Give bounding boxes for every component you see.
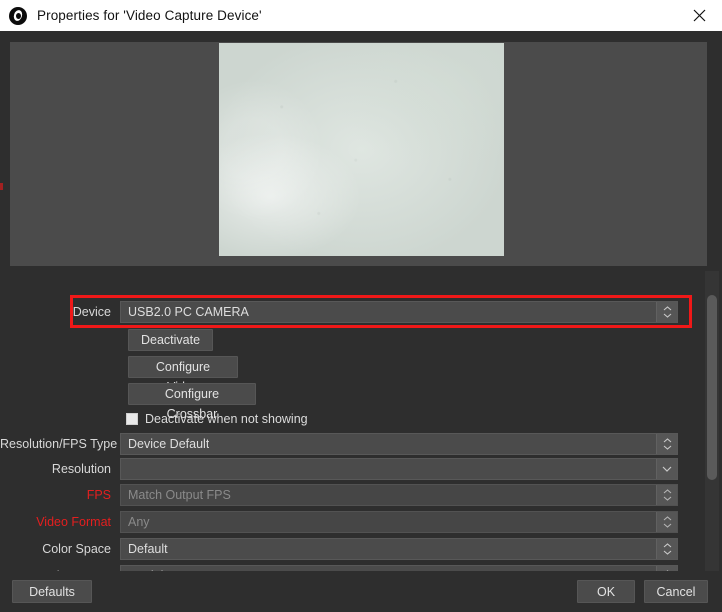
chevron-down-icon xyxy=(663,445,671,450)
dialog-body: Device USB2.0 PC CAMERA Deactivate Confi… xyxy=(0,31,722,612)
deactivate-when-not-showing-label: Deactivate when not showing xyxy=(145,412,308,426)
field-label: Resolution/FPS Type xyxy=(0,437,118,451)
field-row-fps: FPS Match Output FPS xyxy=(0,484,692,506)
window-title: Properties for 'Video Capture Device' xyxy=(37,8,262,23)
field-row-resolution-fps-type: Resolution/FPS Type Device Default xyxy=(0,433,692,455)
field-row-video-format: Video Format Any xyxy=(0,511,692,533)
field-value: Device Default xyxy=(128,437,210,451)
deactivate-when-not-showing-row[interactable]: Deactivate when not showing xyxy=(126,410,308,428)
spinner-control[interactable] xyxy=(656,485,677,505)
device-spinner[interactable] xyxy=(656,302,677,322)
scrollbar-thumb[interactable] xyxy=(707,295,717,480)
chevron-down-icon xyxy=(663,496,671,501)
device-value: USB2.0 PC CAMERA xyxy=(128,305,249,319)
video-preview-image xyxy=(219,43,504,256)
field-row-resolution: Resolution xyxy=(0,458,692,480)
chevron-up-icon xyxy=(663,543,671,548)
chevron-down-icon xyxy=(663,550,671,555)
chevron-up-icon xyxy=(663,438,671,443)
color-space-combobox[interactable]: Default xyxy=(120,538,678,560)
field-value: Any xyxy=(128,515,150,529)
video-format-combobox[interactable]: Any xyxy=(120,511,678,533)
field-row-color-space: Color Space Default xyxy=(0,538,692,560)
chevron-up-icon xyxy=(663,489,671,494)
chevron-up-icon xyxy=(663,516,671,521)
fps-combobox[interactable]: Match Output FPS xyxy=(120,484,678,506)
chevron-up-icon xyxy=(663,306,671,311)
chevron-down-icon xyxy=(663,313,671,318)
resolution-fps-type-combobox[interactable]: Device Default xyxy=(120,433,678,455)
resolution-combobox[interactable] xyxy=(120,458,678,480)
device-label: Device xyxy=(72,305,111,319)
close-button[interactable] xyxy=(676,0,722,31)
spinner-control[interactable] xyxy=(656,512,677,532)
field-label: Resolution xyxy=(51,462,111,476)
field-label: FPS xyxy=(86,488,111,502)
spinner-control[interactable] xyxy=(656,539,677,559)
dropdown-control[interactable] xyxy=(656,459,677,479)
titlebar: Properties for 'Video Capture Device' xyxy=(0,0,722,31)
ok-button[interactable]: OK xyxy=(577,580,635,603)
deactivate-button[interactable]: Deactivate xyxy=(128,329,213,351)
obs-logo-icon xyxy=(9,6,27,25)
field-value: Default xyxy=(128,542,168,556)
chevron-down-icon xyxy=(663,523,671,528)
form-scrollbar[interactable] xyxy=(705,271,719,571)
field-label: Video Format xyxy=(36,515,111,529)
cancel-button[interactable]: Cancel xyxy=(644,580,708,603)
properties-dialog: Properties for 'Video Capture Device' De… xyxy=(0,0,722,612)
deactivate-when-not-showing-checkbox[interactable] xyxy=(126,413,138,425)
field-label: Color Space xyxy=(42,542,111,556)
deactivate-button-wrap: Deactivate xyxy=(128,329,213,351)
close-icon xyxy=(693,9,705,22)
spinner-control[interactable] xyxy=(656,434,677,454)
field-value: Match Output FPS xyxy=(128,488,231,502)
dialog-footer: Defaults OK Cancel xyxy=(0,571,722,612)
properties-form: Device USB2.0 PC CAMERA Deactivate Confi… xyxy=(0,269,722,574)
video-preview-pane xyxy=(10,42,707,266)
configure-video-button[interactable]: Configure Video xyxy=(128,356,238,394)
edge-artifact xyxy=(0,183,3,190)
device-combobox[interactable]: USB2.0 PC CAMERA xyxy=(120,301,678,323)
configure-crossbar-button[interactable]: Configure Crossbar xyxy=(128,383,256,421)
device-row: Device USB2.0 PC CAMERA xyxy=(0,301,692,323)
defaults-button[interactable]: Defaults xyxy=(12,580,92,603)
chevron-down-icon xyxy=(662,466,672,472)
